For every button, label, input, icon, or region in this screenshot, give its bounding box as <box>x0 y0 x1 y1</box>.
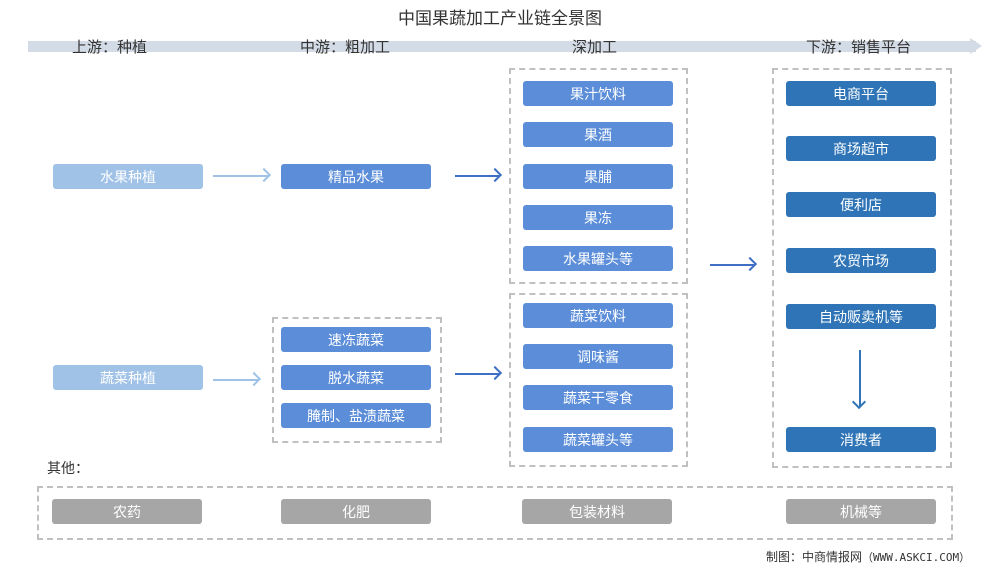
upstream-fruit-box: 水果种植 <box>53 164 203 189</box>
others-item: 包装材料 <box>522 499 672 524</box>
deep-veg-item: 蔬菜饮料 <box>523 303 673 328</box>
others-label: 其他： <box>47 461 89 477</box>
midstream-fruit-box: 精品水果 <box>281 164 431 189</box>
arrow-down-to-consumer <box>859 350 861 406</box>
arrow-fruit-mid-to-deep <box>455 175 499 177</box>
source-prefix: 制图：中商情报网 <box>766 550 863 564</box>
deep-fruit-item: 果汁饮料 <box>523 81 673 106</box>
downstream-channel: 商场超市 <box>786 136 936 161</box>
others-item: 化肥 <box>281 499 431 524</box>
deep-veg-item: 蔬菜罐头等 <box>523 427 673 452</box>
stage-deep-processing-label: 深加工 <box>572 38 618 56</box>
stage-upstream-label: 上游：种植 <box>72 38 148 56</box>
arrow-veg-mid-to-deep <box>455 373 499 375</box>
deep-veg-item: 蔬菜干零食 <box>523 385 673 410</box>
source-credit: 制图：中商情报网（WWW.ASKCI.COM） <box>766 548 970 565</box>
midstream-veg-item: 脱水蔬菜 <box>281 365 431 390</box>
midstream-veg-item: 腌制、盐渍蔬菜 <box>281 403 431 428</box>
others-item: 机械等 <box>786 499 936 524</box>
consumer-box: 消费者 <box>786 427 936 452</box>
deep-fruit-item: 水果罐头等 <box>523 246 673 271</box>
downstream-channel: 农贸市场 <box>786 248 936 273</box>
arrow-veg-up-to-mid <box>213 379 258 381</box>
deep-fruit-item: 果酒 <box>523 122 673 147</box>
downstream-channel: 电商平台 <box>786 81 936 106</box>
deep-fruit-item: 果冻 <box>523 205 673 230</box>
downstream-channel: 便利店 <box>786 192 936 217</box>
stage-bar-arrowhead <box>970 38 982 54</box>
stage-downstream-label: 下游：销售平台 <box>806 38 912 56</box>
midstream-veg-item: 速冻蔬菜 <box>281 327 431 352</box>
downstream-channel: 自动贩卖机等 <box>786 304 936 329</box>
source-url: （WWW.ASKCI.COM） <box>862 551 971 564</box>
diagram-title: 中国果蔬加工产业链全景图 <box>398 9 602 29</box>
arrow-fruit-up-to-mid <box>213 175 268 177</box>
others-item: 农药 <box>52 499 202 524</box>
stage-midstream-label: 中游：粗加工 <box>300 38 391 56</box>
deep-fruit-item: 果脯 <box>523 164 673 189</box>
upstream-vegetable-box: 蔬菜种植 <box>53 365 203 390</box>
arrow-deep-to-downstream <box>710 264 754 266</box>
deep-veg-item: 调味酱 <box>523 344 673 369</box>
